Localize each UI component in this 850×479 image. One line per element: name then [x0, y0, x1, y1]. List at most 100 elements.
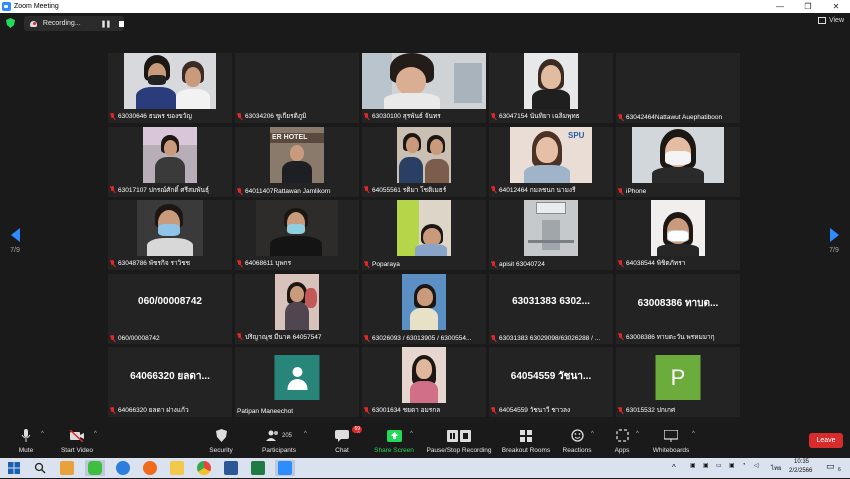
share-options-caret[interactable]: ^ — [410, 431, 413, 437]
participant-display-name: 64054559 วัชนา... — [510, 371, 592, 382]
leave-button[interactable]: Leave — [809, 433, 843, 448]
apps-button[interactable]: Apps — [608, 428, 636, 454]
whiteboard-icon — [650, 428, 692, 443]
meeting-topbar: Recording... ❚❚ View — [0, 13, 850, 33]
mic-muted-icon — [364, 406, 369, 414]
participant-tile[interactable]: SPU 64012464 กมลชนก นามงรี — [489, 126, 613, 197]
apps-options-caret[interactable]: ^ — [636, 431, 639, 437]
participant-video — [397, 200, 451, 256]
participants-options-caret[interactable]: ^ — [304, 431, 307, 437]
mic-muted-icon — [491, 334, 496, 342]
input-language[interactable]: ไทย — [771, 463, 782, 473]
security-button[interactable]: Security — [204, 428, 238, 454]
mic-muted-icon — [618, 187, 623, 195]
edge-browser-icon[interactable] — [116, 461, 130, 475]
tray-app-icon[interactable]: ▣ — [703, 462, 709, 469]
notifications-icon[interactable]: ▭ — [826, 461, 835, 472]
clock-time[interactable]: 10:35 — [794, 459, 809, 465]
word-icon[interactable] — [224, 461, 238, 475]
participant-tile[interactable]: 63001634 ชยดา อมรกล — [362, 347, 486, 417]
security-label: Security — [209, 447, 233, 454]
participant-name: Poparaya — [364, 261, 400, 268]
chat-options-caret[interactable]: ^ — [357, 431, 360, 437]
participant-video: ER HOTEL — [270, 126, 324, 183]
participant-tile[interactable]: 64038544 พิชิตภัทรา — [616, 200, 740, 270]
view-button[interactable]: View — [817, 17, 844, 24]
whiteboards-options-caret[interactable]: ^ — [692, 431, 695, 437]
volume-icon[interactable]: ◁ — [754, 462, 759, 469]
participant-name: 63030646 ธนพร ของขวัญ — [110, 111, 192, 121]
participant-tile[interactable]: 63034206 ชูเกียรติภูมิ — [235, 53, 359, 123]
clock-date[interactable]: 2/2/2566 — [789, 468, 812, 474]
whiteboards-button[interactable]: Whiteboards — [650, 428, 692, 454]
minimize-button[interactable]: — — [766, 0, 794, 13]
encryption-shield-icon[interactable] — [6, 18, 15, 28]
participant-tile[interactable]: iPhone — [616, 126, 740, 197]
pause-stop-recording-button[interactable]: Pause/Stop Recording — [424, 428, 494, 454]
breakout-rooms-button[interactable]: Breakout Rooms — [500, 428, 552, 454]
participant-tile[interactable]: 63042464Nattawut Auephatiboon — [616, 53, 740, 123]
tray-app-icon[interactable]: ▣ — [729, 462, 735, 469]
start-video-button[interactable]: Start Video — [56, 428, 98, 454]
pause-stop-recording-label: Pause/Stop Recording — [426, 447, 492, 454]
audio-options-caret[interactable]: ^ — [41, 431, 44, 437]
file-explorer-icon[interactable] — [170, 461, 184, 475]
participant-tile[interactable]: ปริญาณุช มีนาค 64057547 — [235, 273, 359, 344]
media-player-icon[interactable] — [60, 461, 74, 475]
participant-tile[interactable]: 63048786 พัชรกิจ ราวิชช — [108, 200, 232, 270]
close-button[interactable]: ✕ — [822, 0, 850, 13]
participants-button[interactable]: 205 Participants — [258, 428, 300, 454]
participant-tile[interactable]: 64068611 บุพกร — [235, 200, 359, 270]
firefox-icon[interactable] — [143, 461, 157, 475]
reactions-button[interactable]: Reactions — [560, 428, 594, 454]
participant-avatar: P — [655, 355, 701, 400]
participant-tile[interactable]: P 63015532 ปกเกศ — [616, 347, 740, 417]
participant-tile[interactable]: 63030646 ธนพร ของขวัญ — [108, 53, 232, 123]
search-icon[interactable] — [34, 461, 48, 475]
previous-page-button[interactable]: 7/9 — [7, 228, 23, 254]
participant-tile[interactable]: 63030100 สุรพันธ์ จันทร — [362, 53, 486, 123]
maximize-button[interactable]: ❐ — [794, 0, 822, 13]
video-options-caret[interactable]: ^ — [94, 431, 97, 437]
tray-app-icon[interactable]: ▣ — [690, 462, 696, 469]
mute-label: Mute — [18, 447, 34, 454]
breakout-rooms-icon — [500, 428, 552, 443]
mic-muted-icon — [491, 406, 496, 414]
excel-icon[interactable] — [251, 461, 265, 475]
next-page-button[interactable]: 7/9 — [826, 228, 842, 254]
zoom-taskbar-icon[interactable] — [278, 461, 292, 475]
participant-tile[interactable]: 64055561 รติมา โชติเมธร์ — [362, 126, 486, 197]
chrome-icon[interactable] — [197, 461, 211, 475]
mic-muted-icon — [237, 112, 242, 120]
avatar-letter: P — [670, 364, 686, 390]
reactions-options-caret[interactable]: ^ — [591, 431, 594, 437]
line-app-icon[interactable] — [88, 461, 102, 475]
start-menu-icon[interactable] — [8, 461, 22, 475]
participant-tile[interactable]: 63017107 ปกรณ์ศักดิ์ ศรีสมพันธุ์ — [108, 126, 232, 197]
share-screen-button[interactable]: Share Screen — [373, 428, 415, 454]
mute-button[interactable]: Mute — [14, 428, 38, 454]
participant-name: 64055561 รติมา โชติเมธร์ — [364, 185, 446, 195]
pause-recording-icon[interactable]: ❚❚ — [101, 20, 112, 28]
participant-tile[interactable]: 63031383 6302... 63031383 63029098/63026… — [489, 273, 613, 344]
participant-tile[interactable]: 64066320 ยลดา... 64066320 ยลดา ฝางแก้ว — [108, 347, 232, 417]
network-icon[interactable]: ◔ — [742, 462, 746, 468]
participant-name: Patipan Maneechot — [237, 408, 294, 415]
stop-recording-icon[interactable] — [119, 20, 124, 27]
participant-tile[interactable]: 64054559 วัชนา... 64054559 วัชนาวี ชาวลง — [489, 347, 613, 417]
participant-name: 63048786 พัชรกิจ ราวิชช — [110, 258, 190, 268]
participant-tile[interactable]: 63026093 / 63013905 / 6300554... — [362, 273, 486, 344]
participant-tile[interactable]: Patipan Maneechot — [235, 347, 359, 417]
tray-overflow-icon[interactable]: ^ — [672, 463, 676, 472]
participant-tile[interactable]: 63047154 นันทิยา เฉลิมพุทธ — [489, 53, 613, 123]
participant-display-name: 63031383 6302... — [512, 295, 590, 307]
participant-tile[interactable]: apisit 63040724 — [489, 200, 613, 270]
participant-tile[interactable]: Poparaya — [362, 200, 486, 270]
participant-tile[interactable]: 060/00008742 060/00008742 — [108, 273, 232, 344]
participant-tile[interactable]: 63008386 ทาบต... 63008386 ทาบตะวัน พรหมม… — [616, 273, 740, 344]
chat-button[interactable]: 69 Chat — [330, 426, 362, 454]
participant-tile[interactable]: ER HOTEL 64011407Rattawan Jamlikorn — [235, 126, 359, 197]
person-icon — [285, 365, 309, 391]
battery-icon[interactable]: ▭ — [716, 462, 722, 469]
participant-name: 63017107 ปกรณ์ศักดิ์ ศรีสมพันธุ์ — [110, 185, 209, 195]
